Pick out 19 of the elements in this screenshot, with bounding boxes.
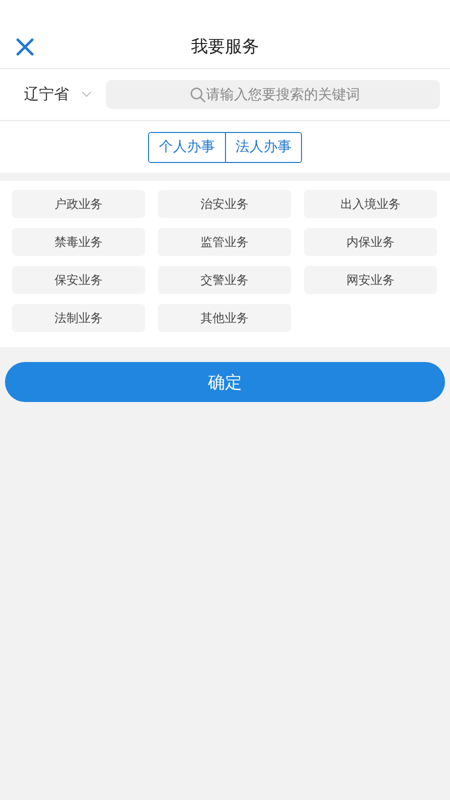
service-option[interactable]: 出入境业务 — [304, 190, 437, 218]
service-option[interactable]: 网安业务 — [304, 266, 437, 294]
service-option[interactable]: 其他业务 — [158, 304, 291, 332]
service-option[interactable]: 内保业务 — [304, 228, 437, 256]
search-icon — [190, 87, 206, 103]
tab[interactable]: 法人办事 — [225, 132, 301, 162]
chevron-down-icon — [81, 91, 92, 98]
page-title: 我要服务 — [191, 36, 259, 58]
province-dropdown[interactable]: 辽宁省 — [24, 85, 92, 104]
confirm-button[interactable]: 确定 — [5, 362, 445, 402]
close-icon[interactable] — [15, 37, 35, 57]
service-option[interactable]: 交警业务 — [158, 266, 291, 294]
service-option[interactable]: 禁毒业务 — [12, 228, 145, 256]
service-option[interactable]: 保安业务 — [12, 266, 145, 294]
service-option[interactable]: 监管业务 — [158, 228, 291, 256]
service-option[interactable]: 户政业务 — [12, 190, 145, 218]
search-field[interactable]: 请输入您要搜索的关键词 — [106, 80, 440, 109]
service-option[interactable]: 法制业务 — [12, 304, 145, 332]
service-option[interactable]: 治安业务 — [158, 190, 291, 218]
